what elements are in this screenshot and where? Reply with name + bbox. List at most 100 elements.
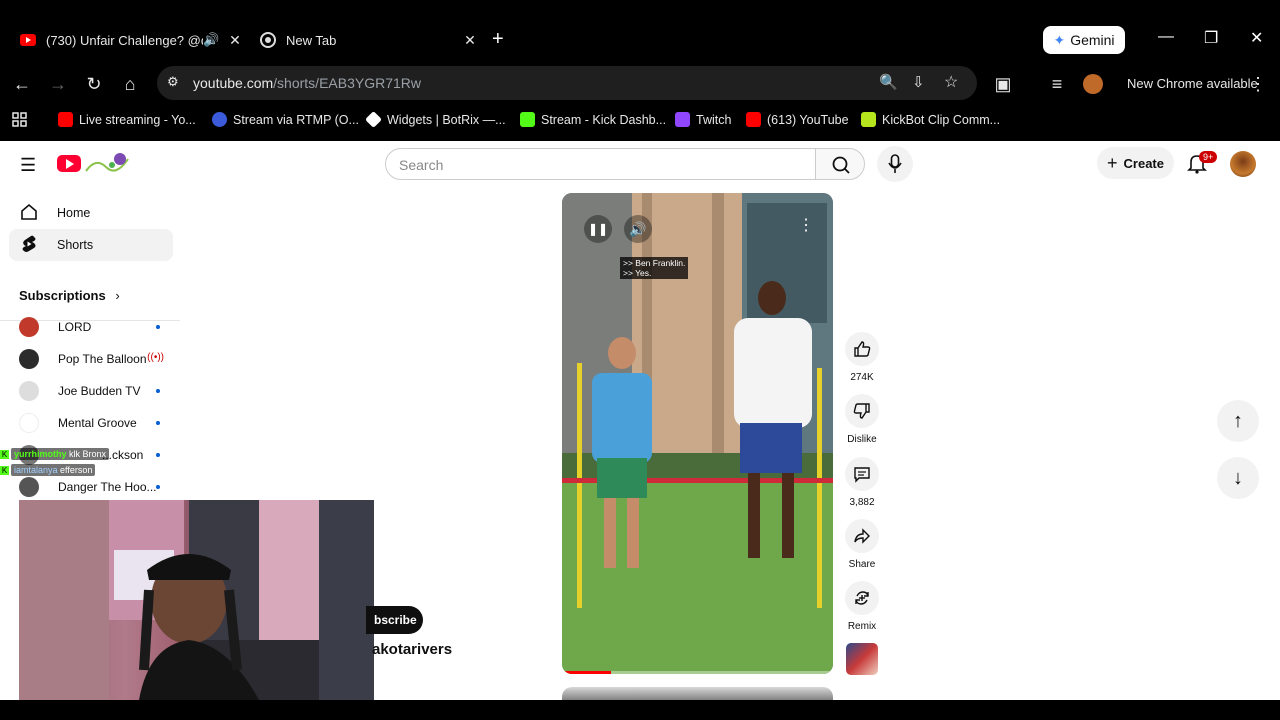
comment-icon[interactable] — [845, 457, 879, 491]
speaker-icon[interactable]: 🔊 — [203, 32, 225, 48]
new-tab-button[interactable]: + — [492, 28, 504, 51]
comments-action[interactable]: 3,882 — [845, 457, 879, 508]
video-caption: >> Ben Franklin. >> Yes. — [620, 257, 689, 279]
minimize-button[interactable]: — — [1158, 28, 1174, 46]
channel-avatar — [19, 317, 39, 337]
bookmark-label: (613) YouTube — [767, 112, 849, 127]
bookmarks-bar: Live streaming - Yo... Stream via RTMP (… — [0, 104, 1280, 136]
new-content-dot — [156, 485, 160, 489]
sidebar-item-home[interactable]: Home — [9, 197, 173, 229]
tab-new-tab[interactable]: New Tab ✕ — [250, 22, 480, 58]
new-chrome-available[interactable]: New Chrome available — [1127, 76, 1258, 91]
sidebar-item-shorts[interactable]: Shorts — [9, 229, 173, 261]
chat-text: klk Bronx — [69, 449, 107, 459]
subscription-name: LORD — [58, 320, 92, 334]
search-button[interactable] — [815, 148, 865, 180]
chrome-icon — [260, 32, 276, 48]
bookmark-star-icon[interactable]: ☆ — [944, 72, 958, 92]
bookmark-youtube[interactable]: (613) YouTube — [746, 112, 849, 127]
youtube-logo[interactable] — [57, 155, 81, 172]
gemini-button[interactable]: ✦ Gemini — [1043, 26, 1125, 54]
more-options-icon[interactable]: ⋮ — [798, 215, 814, 235]
webcam-scene — [19, 500, 374, 700]
site-info-icon[interactable]: ⚙ — [167, 74, 179, 90]
bookmark-live-streaming[interactable]: Live streaming - Yo... — [58, 112, 196, 127]
channel-avatar — [19, 349, 39, 369]
address-bar[interactable]: ⚙ youtube.com/shorts/EAB3YGR71Rw 🔍 ⇩ ☆ — [157, 66, 977, 100]
next-short-button[interactable]: ↓ — [1217, 457, 1259, 499]
previous-short-button[interactable]: ↑ — [1217, 400, 1259, 442]
home-icon[interactable]: ⌂ — [118, 72, 142, 96]
share-icon[interactable] — [845, 519, 879, 553]
thumbs-up-icon[interactable] — [845, 332, 879, 366]
plus-icon: + — [1107, 152, 1118, 173]
stream-chat-overlay: K yurrhimothy klk Bronx K iamtalanya eff… — [0, 446, 110, 478]
chrome-menu-icon[interactable]: ⋮ — [1246, 72, 1270, 96]
channel-name[interactable]: akotarivers — [372, 641, 452, 658]
next-short-preview[interactable] — [562, 687, 833, 700]
install-icon[interactable]: ⇩ — [912, 73, 925, 91]
like-action[interactable]: 274K — [845, 332, 879, 383]
bookmark-restream[interactable]: Stream via RTMP (O... — [212, 112, 359, 127]
home-icon — [19, 203, 39, 224]
volume-icon[interactable]: 🔊 — [624, 215, 652, 243]
close-window-button[interactable]: ✕ — [1250, 28, 1263, 48]
media-control-icon[interactable]: ≡ — [1045, 72, 1069, 96]
subscribe-button[interactable]: bscribe — [366, 606, 423, 634]
close-tab-icon[interactable]: ✕ — [460, 32, 480, 49]
tab-search-icon[interactable]: ▣ — [991, 72, 1015, 96]
comment-count: 3,882 — [849, 497, 875, 508]
kick-icon: K — [0, 465, 9, 475]
pause-icon[interactable]: ❚❚ — [584, 215, 612, 243]
chat-message: iamtalanya efferson — [11, 464, 96, 476]
close-tab-icon[interactable]: ✕ — [225, 32, 245, 49]
audio-source-thumbnail[interactable] — [846, 643, 878, 675]
remix-action[interactable]: Remix — [845, 581, 879, 632]
new-content-dot — [156, 389, 160, 393]
dislike-action[interactable]: Dislike — [845, 394, 879, 445]
subscription-item[interactable]: Mental Groove — [19, 411, 164, 435]
dislike-label: Dislike — [847, 434, 877, 445]
bookmark-kickbot[interactable]: KickBot Clip Comm... — [861, 112, 1000, 127]
back-icon[interactable]: ← — [10, 72, 34, 96]
new-content-dot — [156, 325, 160, 329]
channel-avatar — [19, 381, 39, 401]
youtube-doodle-icon — [85, 153, 129, 172]
hamburger-menu-icon[interactable]: ☰ — [20, 155, 36, 176]
chat-line: K iamtalanya efferson — [0, 462, 109, 478]
forward-icon[interactable]: → — [46, 72, 70, 96]
subscription-item[interactable]: Danger The Hoo... — [19, 475, 164, 499]
gemini-label: Gemini — [1070, 32, 1115, 48]
new-content-dot — [156, 421, 160, 425]
subscription-name: Danger The Hoo... — [58, 480, 157, 494]
bookmark-twitch[interactable]: Twitch — [675, 112, 731, 127]
new-content-dot — [156, 453, 160, 457]
voice-search-button[interactable] — [877, 146, 913, 182]
share-action[interactable]: Share — [845, 519, 879, 570]
create-button[interactable]: + Create — [1097, 147, 1174, 179]
profile-avatar[interactable] — [1083, 74, 1103, 94]
chat-username: iamtalanya — [14, 465, 58, 475]
subscription-name: Mental Groove — [58, 416, 137, 430]
thumbs-down-icon[interactable] — [845, 394, 879, 428]
apps-icon[interactable] — [12, 112, 27, 127]
subscription-name: Pop The Balloon — [58, 352, 147, 366]
remix-icon[interactable] — [845, 581, 879, 615]
bookmark-botrix[interactable]: Widgets | BotRix —... — [365, 111, 506, 128]
botrix-icon — [365, 111, 382, 128]
subscriptions-heading[interactable]: Subscriptions › — [19, 288, 120, 303]
subscription-item[interactable]: Pop The Balloon ((•)) — [19, 347, 164, 371]
progress-bar[interactable] — [562, 671, 611, 674]
shorts-video-player[interactable]: ❚❚ 🔊 ⋮ >> Ben Franklin. >> Yes. — [562, 193, 833, 674]
bookmark-kick-dashboard[interactable]: Stream - Kick Dashb... — [520, 112, 666, 127]
subscription-item[interactable]: Joe Budden TV — [19, 379, 164, 403]
subscription-item[interactable]: LORD — [19, 315, 164, 339]
account-avatar[interactable] — [1230, 151, 1256, 177]
bookmark-label: Stream - Kick Dashb... — [541, 112, 667, 127]
restore-button[interactable]: ❐ — [1204, 28, 1218, 48]
zoom-icon[interactable]: 🔍 — [879, 73, 898, 91]
tab-youtube[interactable]: (730) Unfair Challenge? @d 🔊 ✕ — [10, 22, 245, 58]
reload-icon[interactable]: ↻ — [82, 72, 106, 96]
search-input[interactable]: Search — [385, 148, 816, 180]
browser-toolbar: ← → ↻ ⌂ ⚙ youtube.com/shorts/EAB3YGR71Rw… — [0, 64, 1280, 104]
